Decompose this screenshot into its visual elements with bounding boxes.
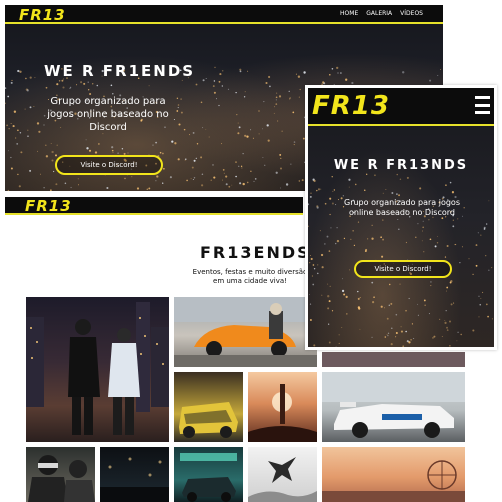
gallery-navbar: FR13	[5, 197, 303, 215]
gallery-photo-yellow-car[interactable]	[174, 372, 243, 442]
gallery-photo-jump[interactable]	[248, 447, 317, 502]
gallery-photo-dark-street[interactable]	[100, 447, 169, 502]
mobile-hero-subtitle: Grupo organizado para jogos online basea…	[344, 198, 460, 218]
gallery-photo-partial[interactable]	[322, 352, 465, 367]
gallery-photo-white-racecar[interactable]	[322, 372, 465, 442]
mobile-mockup: FR13 WE R FR13NDS Grupo organizado para …	[305, 85, 497, 350]
desktop-discord-button[interactable]: Visite o Discord!	[55, 155, 163, 175]
nav-link-videos[interactable]: VÍDEOS	[400, 10, 423, 17]
gallery-photo-sunset-monument[interactable]	[248, 372, 317, 442]
nav-link-home[interactable]: HOME	[340, 10, 358, 17]
gallery-photo-ferris-wheel[interactable]	[322, 447, 465, 502]
desktop-nav-links: HOME GALERIA VÍDEOS	[340, 10, 423, 17]
desktop-hero-title: WE R FR1ENDS	[44, 62, 196, 80]
gallery-photo-masked-group[interactable]	[26, 447, 95, 502]
gallery-title: FR13ENDS	[200, 243, 311, 262]
mobile-discord-button[interactable]: Visite o Discord!	[354, 260, 452, 278]
gallery-subtitle: Eventos, festas e muito diversão em uma …	[192, 268, 308, 286]
desktop-navbar: FR13 HOME GALERIA VÍDEOS	[5, 5, 443, 24]
showcase-canvas: FR13 HOME GALERIA VÍDEOS WE R FR1ENDS Gr…	[0, 0, 502, 502]
gallery-photo-friends-city[interactable]	[26, 297, 169, 442]
nav-link-galeria[interactable]: GALERIA	[366, 10, 392, 17]
desktop-hero-subtitle: Grupo organizado para jogos online basea…	[47, 96, 169, 133]
desktop-logo[interactable]: FR13	[19, 6, 66, 24]
gallery-photo-teal-garage[interactable]	[174, 447, 243, 502]
mobile-hero-title: WE R FR13NDS	[333, 158, 469, 173]
gallery-photo-orange-supercar[interactable]	[174, 297, 317, 367]
gallery-logo[interactable]: FR13	[25, 197, 72, 215]
hamburger-menu-icon[interactable]	[475, 96, 490, 114]
mobile-logo[interactable]: FR13	[312, 91, 390, 121]
mobile-navbar: FR13	[308, 88, 494, 126]
